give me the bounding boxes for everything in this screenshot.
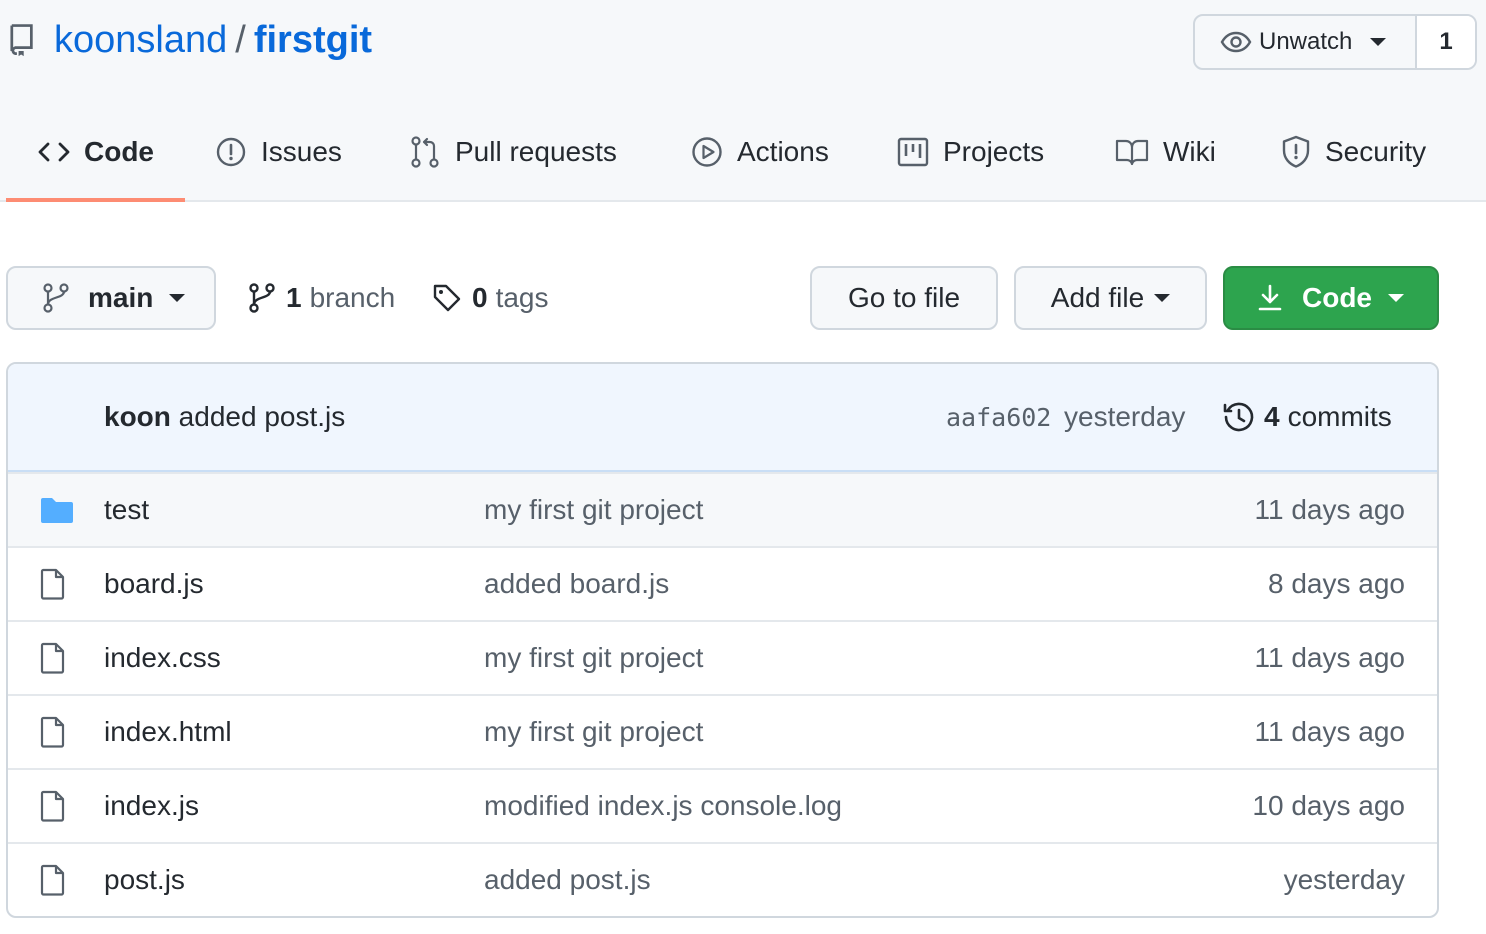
file-name-link[interactable]: index.js <box>104 790 199 822</box>
project-icon <box>897 136 929 168</box>
repo-header: koonsland / firstgit Unwatch 1 Code Issu… <box>0 0 1486 202</box>
download-icon <box>1258 284 1282 312</box>
unwatch-button[interactable]: Unwatch <box>1195 16 1417 68</box>
commit-time: yesterday <box>1064 401 1186 432</box>
branch-icon <box>42 282 70 314</box>
watchers-count[interactable]: 1 <box>1417 16 1475 68</box>
repo-owner-link[interactable]: koonsland <box>54 19 227 62</box>
commit-author[interactable]: koon <box>104 401 171 432</box>
repo-title: koonsland / firstgit <box>8 16 372 64</box>
file-name-link[interactable]: index.html <box>104 716 232 748</box>
tab-projects[interactable]: Projects <box>897 104 1087 200</box>
add-file-button[interactable]: Add file <box>1014 266 1207 330</box>
file-commit-message[interactable]: my first git project <box>484 494 703 526</box>
file-icon <box>40 642 66 674</box>
repo-separator: / <box>235 18 246 61</box>
branch-count: 1 <box>286 282 302 313</box>
pull-request-icon <box>409 135 441 169</box>
tab-security[interactable]: Security <box>1281 104 1453 200</box>
chevron-down-icon <box>1154 294 1171 302</box>
latest-commit-summary: koon added post.js <box>104 401 345 433</box>
tab-label: Security <box>1325 136 1427 167</box>
issue-icon <box>215 136 247 168</box>
file-age: 10 days ago <box>1252 790 1405 821</box>
history-icon <box>1222 400 1256 434</box>
code-icon <box>38 140 70 164</box>
book-icon <box>1115 138 1149 166</box>
shield-icon <box>1281 135 1311 169</box>
file-icon <box>40 790 66 822</box>
file-icon <box>40 716 66 748</box>
branch-icon <box>248 282 276 314</box>
play-icon <box>691 136 723 168</box>
file-name-link[interactable]: board.js <box>104 568 204 600</box>
tab-label: Pull requests <box>455 136 617 167</box>
file-age: 11 days ago <box>1254 494 1406 525</box>
commit-sha[interactable]: aafa602 <box>946 403 1051 432</box>
chevron-down-icon <box>1370 38 1387 46</box>
file-commit-message[interactable]: my first git project <box>484 642 703 674</box>
tag-icon <box>432 283 462 313</box>
file-browser: koon added post.js aafa602 yesterday 4 c… <box>6 362 1439 918</box>
file-age: 11 days ago <box>1254 642 1406 673</box>
tab-actions[interactable]: Actions <box>691 104 869 200</box>
latest-commit-bar: koon added post.js aafa602 yesterday 4 c… <box>8 364 1437 472</box>
chevron-down-icon <box>169 294 186 302</box>
file-age: 8 days ago <box>1268 568 1405 599</box>
file-commit-message[interactable]: added board.js <box>484 568 669 600</box>
branch-name: main <box>88 282 154 313</box>
unwatch-label: Unwatch <box>1259 28 1353 55</box>
tab-label: Code <box>84 136 154 167</box>
file-commit-message[interactable]: added post.js <box>484 864 651 896</box>
file-name-link[interactable]: test <box>104 494 149 526</box>
file-commit-message[interactable]: modified index.js console.log <box>484 790 842 822</box>
file-row[interactable]: index.html my first git project 11 days … <box>8 694 1437 768</box>
repo-icon <box>8 23 36 57</box>
branch-word: branch <box>309 282 396 313</box>
tab-issues[interactable]: Issues <box>215 104 381 200</box>
file-row[interactable]: index.js modified index.js console.log 1… <box>8 768 1437 842</box>
tab-label: Wiki <box>1163 136 1216 167</box>
file-commit-message[interactable]: my first git project <box>484 716 703 748</box>
tag-count: 0 <box>472 282 488 313</box>
watch-group: Unwatch 1 <box>1193 14 1477 70</box>
file-age: 11 days ago <box>1254 716 1406 747</box>
tags-link[interactable]: 0 tags <box>432 266 549 330</box>
go-to-file-button[interactable]: Go to file <box>810 266 998 330</box>
repo-name-link[interactable]: firstgit <box>254 19 372 62</box>
file-name-link[interactable]: post.js <box>104 864 185 896</box>
branches-link[interactable]: 1 branch <box>248 266 395 330</box>
tab-label: Actions <box>737 136 829 167</box>
tab-code[interactable]: Code <box>6 104 185 202</box>
file-icon <box>40 864 66 896</box>
folder-icon <box>40 496 74 524</box>
commit-word: commits <box>1287 401 1392 432</box>
file-name-link[interactable]: index.css <box>104 642 221 674</box>
file-age: yesterday <box>1283 864 1405 895</box>
file-row[interactable]: index.css my first git project 11 days a… <box>8 620 1437 694</box>
eye-icon <box>1219 30 1253 54</box>
file-row[interactable]: post.js added post.js yesterday <box>8 842 1437 916</box>
code-button-label: Code <box>1302 282 1372 313</box>
tab-label: Issues <box>261 136 342 167</box>
tag-word: tags <box>495 282 549 313</box>
tab-pull-requests[interactable]: Pull requests <box>409 104 663 200</box>
file-row[interactable]: test my first git project 11 days ago <box>8 472 1437 546</box>
file-row[interactable]: board.js added board.js 8 days ago <box>8 546 1437 620</box>
code-download-button[interactable]: Code <box>1223 266 1439 330</box>
commit-message[interactable]: added post.js <box>179 401 346 432</box>
chevron-down-icon <box>1388 294 1404 302</box>
add-file-label: Add file <box>1050 282 1145 313</box>
file-icon <box>40 568 66 600</box>
commit-count: 4 <box>1264 401 1280 432</box>
commits-link[interactable]: 4 commits <box>1222 400 1392 434</box>
tab-label: Projects <box>943 136 1045 167</box>
tab-wiki[interactable]: Wiki <box>1115 104 1247 200</box>
branch-select-button[interactable]: main <box>6 266 216 330</box>
repo-nav-tabs: Code Issues Pull requests Actions Projec… <box>6 104 1453 202</box>
